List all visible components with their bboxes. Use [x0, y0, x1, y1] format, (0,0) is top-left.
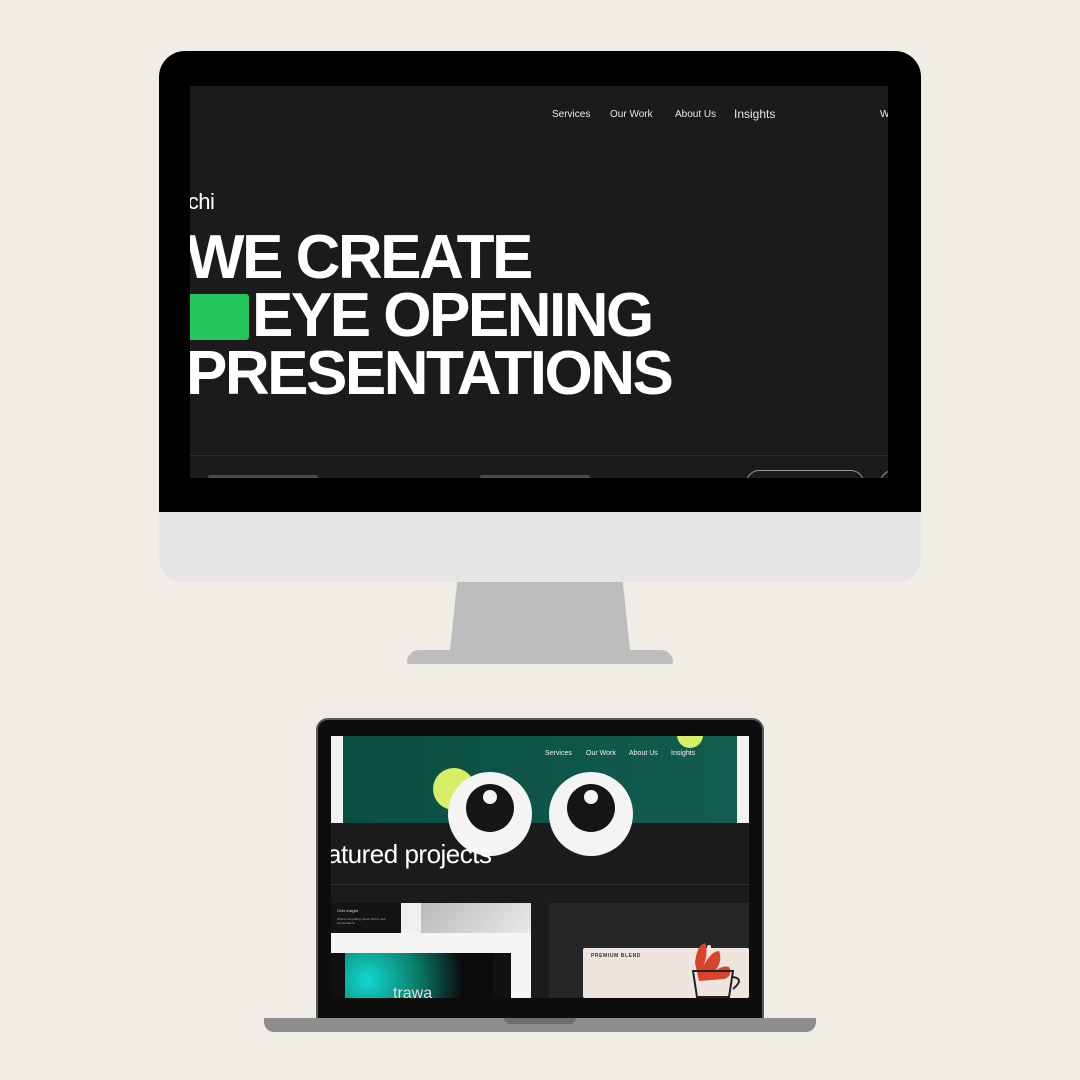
start-project-button[interactable]	[746, 470, 864, 478]
pupil-left	[466, 784, 514, 832]
eye-right-icon	[549, 772, 633, 856]
card1-brand-word: trawa	[393, 985, 433, 998]
hero-caption-center	[480, 475, 590, 478]
card1-header: Ochi insight Where storytelling meets Oc…	[331, 903, 401, 933]
imac-stand-foot	[407, 650, 673, 664]
hero-image-block	[190, 294, 249, 340]
hero-line-3: PRESENTATIONS	[190, 339, 674, 408]
hero-left-frame	[331, 736, 343, 823]
laptop-notch	[504, 1018, 576, 1024]
nav-insights[interactable]: Insights	[734, 107, 775, 121]
project-card-1[interactable]: Ochi insight Where storytelling meets Oc…	[331, 903, 531, 998]
lime-circle-small	[677, 736, 703, 748]
desktop-screen: ochi Services Our Work About Us Insights…	[190, 86, 888, 478]
featured-projects-heading: atured projects	[331, 839, 492, 869]
nav-services[interactable]: Services	[552, 109, 590, 120]
lap-nav-our-work[interactable]: Our Work	[586, 750, 616, 757]
project-card-2[interactable]: PREMIUM BLEND	[549, 903, 749, 998]
lap-nav-about-us[interactable]: About Us	[629, 750, 658, 757]
card1-subtitle: Where storytelling meets Ochi's new pres…	[337, 917, 386, 925]
glint-left	[483, 790, 497, 804]
hero-line-1: WE CREATE	[190, 223, 533, 292]
hero-caption-left	[208, 475, 318, 478]
cup-illustration-icon	[691, 943, 740, 998]
hero-right-frame	[737, 736, 749, 823]
nav-our-work[interactable]: Our Work	[610, 109, 653, 120]
featured-divider	[331, 884, 749, 885]
nav-about-us[interactable]: About Us	[675, 109, 716, 120]
card1-photo	[421, 903, 531, 933]
hero-divider	[190, 455, 888, 456]
imac-stand-neck	[450, 582, 630, 650]
glint-right	[584, 790, 598, 804]
card1-title: Ochi insight	[337, 908, 358, 913]
card2-label: PREMIUM BLEND	[591, 953, 642, 959]
nav-contact-truncated[interactable]: W	[880, 109, 888, 120]
laptop-screen: Services Our Work About Us Insights atur…	[331, 736, 749, 998]
lap-nav-insights[interactable]: Insights	[671, 750, 695, 757]
imac-chin	[159, 512, 921, 582]
lap-nav-services[interactable]: Services	[545, 750, 572, 757]
hero-line-2: EYE OPENING	[190, 285, 671, 347]
hero-heading: WE CREATE EYE OPENING PRESENTATIONS	[190, 223, 674, 408]
pupil-right	[567, 784, 615, 832]
laptop-hero: Services Our Work About Us Insights	[331, 736, 749, 856]
